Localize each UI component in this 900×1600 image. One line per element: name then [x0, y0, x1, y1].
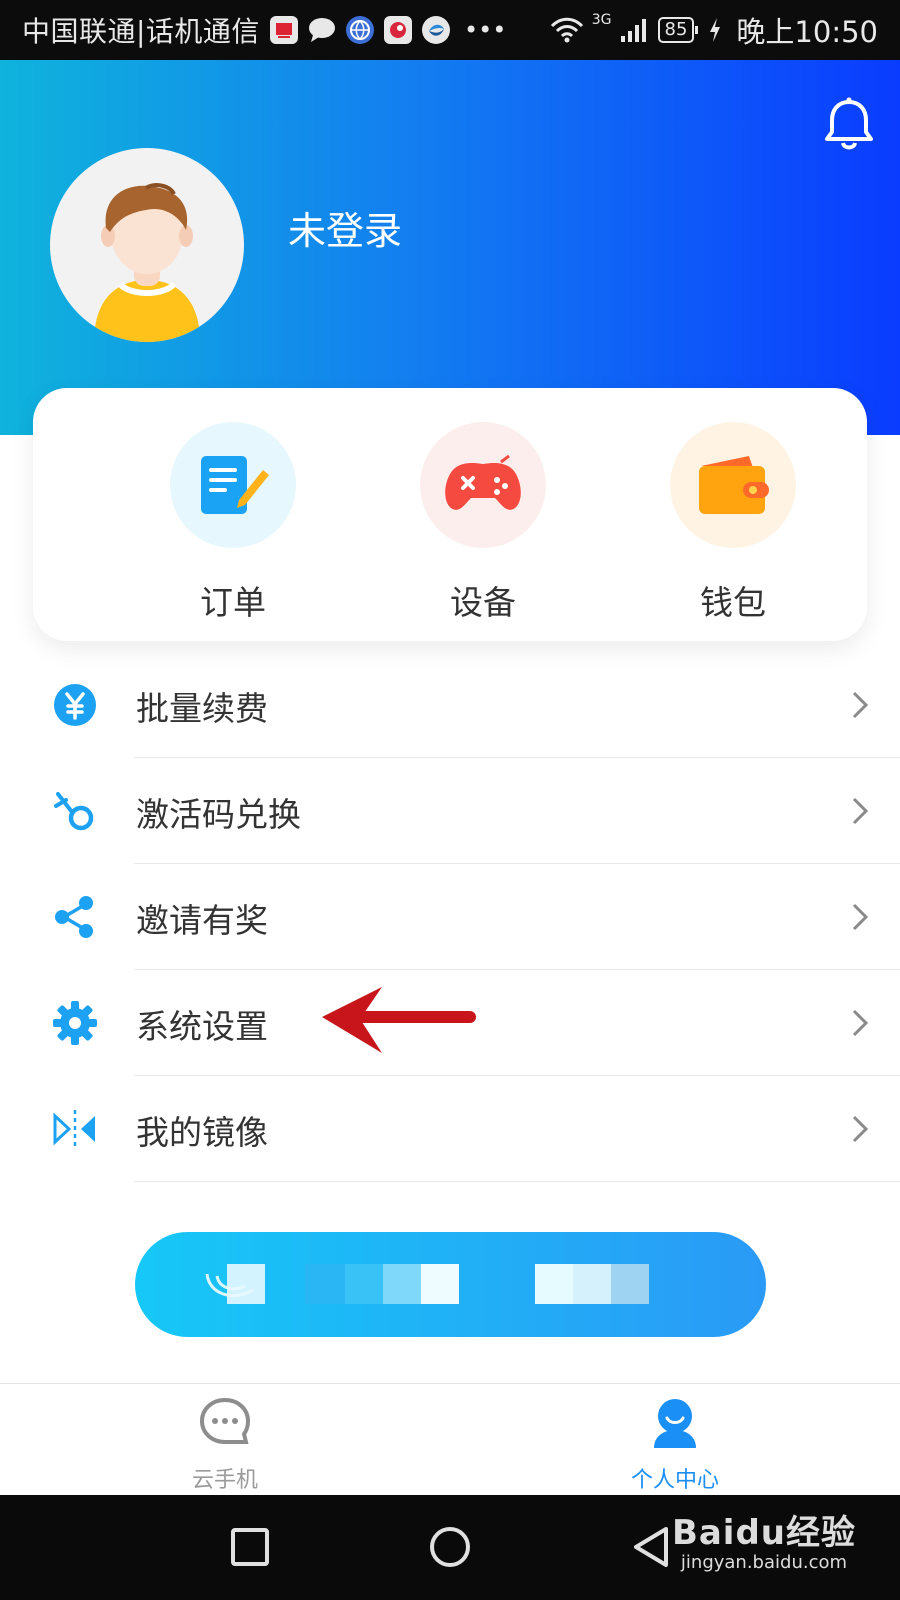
tab-label-personal-center: 个人中心 [630, 1468, 719, 1493]
watermark-url: jingyan.baidu.com [680, 1552, 848, 1573]
order-notepad-icon [170, 422, 296, 548]
chevron-right-icon [852, 691, 869, 719]
carrier-name: 中国联通|话机通信 [22, 15, 260, 48]
chevron-right-icon [852, 797, 869, 825]
menu-item-batch-renew[interactable]: 批量续费 [0, 652, 900, 758]
yen-coin-icon [54, 684, 96, 726]
menu-label-activation-code: 激活码兑换 [136, 795, 301, 834]
pixelated-text-block [305, 1264, 345, 1304]
menu-label-batch-renew: 批量续费 [136, 689, 268, 728]
wallet-label: 钱包 [700, 583, 766, 622]
watermark-title: Baidu经验 [671, 1513, 856, 1553]
pixelated-text-block [421, 1264, 459, 1304]
wallet-button[interactable]: 钱包 [633, 422, 833, 622]
orders-button[interactable]: 订单 [133, 422, 333, 622]
signal-icon [620, 19, 646, 42]
profile-header: 未登录 [0, 60, 900, 435]
devices-button[interactable]: 设备 [383, 422, 583, 622]
menu-label-system-settings: 系统设置 [136, 1007, 268, 1046]
photo-app-icon [269, 16, 298, 44]
clock: 晚上10:50 [736, 15, 878, 49]
app-notification-icon [383, 16, 412, 44]
menu-label-invite-rewards: 邀请有奖 [136, 901, 268, 940]
default-avatar-icon [94, 183, 200, 342]
gamepad-icon [420, 422, 546, 548]
more-notifications-icon: ••• [463, 16, 507, 44]
chevron-right-icon [852, 903, 869, 931]
menu-item-my-mirror[interactable]: 我的镜像 [0, 1076, 900, 1182]
wifi-icon [550, 17, 583, 43]
pixelated-text-block [611, 1264, 649, 1304]
message-icon [308, 16, 336, 44]
pixelated-text-block [227, 1264, 265, 1304]
wallet-icon [670, 422, 796, 548]
username[interactable]: 未登录 [288, 200, 402, 255]
avatar[interactable] [50, 148, 244, 342]
share-icon [55, 896, 93, 938]
tab-label-cloud-phone: 云手机 [191, 1468, 258, 1493]
pixelated-text-block [383, 1264, 421, 1304]
home-icon[interactable] [428, 1525, 472, 1569]
person-icon [654, 1399, 696, 1448]
annotation-arrow-icon [322, 987, 476, 1053]
system-navigation-bar: Baidu经验 jingyan.baidu.com [0, 1495, 900, 1600]
back-icon[interactable] [630, 1525, 674, 1569]
battery-level: 85 [657, 17, 699, 43]
pixelated-text-block [535, 1264, 573, 1304]
mirror-icon [53, 1110, 95, 1148]
chevron-right-icon [852, 1115, 869, 1143]
menu-label-my-mirror: 我的镜像 [136, 1113, 268, 1152]
gear-icon [53, 1001, 97, 1045]
pixelated-text-block [345, 1264, 383, 1304]
browser-icon [345, 16, 374, 44]
network-type: 3G [591, 12, 612, 28]
activation-code-icon [54, 792, 94, 831]
promo-banner-button[interactable] [135, 1232, 766, 1337]
pixelated-text-block [573, 1264, 611, 1304]
baidu-watermark: Baidu经验 jingyan.baidu.com [672, 1505, 856, 1573]
bell-icon[interactable] [822, 96, 876, 152]
status-bar: 中国联通|话机通信 ••• 3G 85 晚上10:50 [0, 0, 900, 60]
recent-apps-icon[interactable] [228, 1525, 272, 1569]
quick-actions-card: 订单 设备 钱包 [33, 388, 867, 641]
chevron-right-icon [852, 1009, 869, 1037]
bottom-tab-bar: 云手机 个人中心 [0, 1383, 900, 1495]
menu-item-activation-code[interactable]: 激活码兑换 [0, 758, 900, 864]
devices-label: 设备 [450, 583, 516, 622]
charging-icon [710, 18, 721, 42]
chat-bubble-icon [199, 1397, 251, 1444]
navigation-app-icon [421, 16, 450, 44]
menu-item-invite-rewards[interactable]: 邀请有奖 [0, 864, 900, 970]
tab-cloud-phone[interactable]: 云手机 [145, 1396, 305, 1494]
settings-menu: 批量续费 激活码兑换 邀请有奖 系统设置 我的镜像 [0, 652, 900, 1182]
orders-label: 订单 [200, 583, 266, 622]
tab-personal-center[interactable]: 个人中心 [595, 1396, 755, 1494]
divider [134, 1181, 900, 1182]
